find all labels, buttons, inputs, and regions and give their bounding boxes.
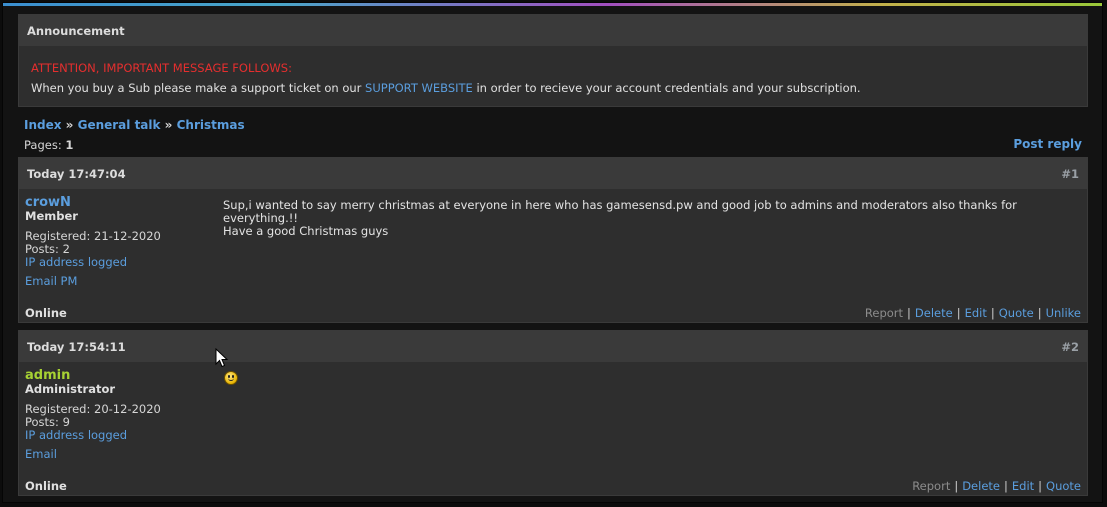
post-actions: Report | Delete | Edit | Quote [912,479,1081,493]
pagination: Pages: 1 [24,138,73,152]
edit-link[interactable]: Edit [1012,479,1034,493]
pages-label: Pages: [24,138,66,152]
post-author: admin Administrator Registered: 20-12-20… [25,369,215,461]
online-status: Online [25,479,67,493]
action-separator: | [907,306,911,320]
post: Today 17:47:04 #1 crowN Member Registere… [18,157,1088,323]
email-pm-links[interactable]: Email PM [25,274,77,288]
post-header: Today 17:54:11 #2 [19,331,1087,362]
username-link[interactable]: crowN [25,195,71,210]
action-separator: | [1004,479,1008,493]
announcement-text: When you buy a Sub please make a support… [31,81,1075,95]
announcement-text-after: in order to recieve your account credent… [472,81,861,95]
online-status: Online [25,306,67,320]
message-line: Have a good Christmas guys [223,224,389,238]
post-message [224,371,1084,388]
top-accent-bar [3,3,1102,6]
post-time: Today 17:47:04 [27,166,126,181]
ip-address-link[interactable]: IP address logged [25,428,127,442]
post-time: Today 17:54:11 [27,339,126,354]
email-link[interactable]: Email [25,447,57,461]
report-link[interactable]: Report [865,306,903,320]
breadcrumb-index[interactable]: Index [24,118,61,132]
breadcrumb-sep: » [61,118,78,132]
breadcrumb-general-talk[interactable]: General talk [78,118,161,132]
action-separator: | [990,306,995,320]
message-line: Sup,i wanted to say merry christmas at e… [223,198,1017,225]
ip-address-link[interactable]: IP address logged [25,255,127,269]
action-separator: | [1037,306,1042,320]
announcement-header: Announcement [19,15,1087,46]
user-role: Administrator [25,382,116,396]
forum-window: Announcement ATTENTION, IMPORTANT MESSAG… [2,2,1103,503]
report-link[interactable]: Report [912,479,950,493]
post-header: Today 17:47:04 #1 [19,158,1087,189]
quote-link[interactable]: Quote [1046,479,1081,493]
action-separator: | [956,306,961,320]
post-number-link[interactable]: #1 [1061,167,1079,181]
quote-link[interactable]: Quote [999,306,1034,320]
user-role: Member [25,209,78,223]
post-number-link[interactable]: #2 [1061,340,1079,354]
mouse-cursor-icon [215,348,229,368]
username-link[interactable]: admin [25,368,70,383]
announcement-title: Announcement [27,23,125,38]
breadcrumb-christmas[interactable]: Christmas [177,118,245,132]
announcement-panel: Announcement ATTENTION, IMPORTANT MESSAG… [18,14,1088,107]
smiley-icon [224,371,238,385]
action-separator: | [1038,479,1043,493]
announcement-text-before: When you buy a Sub please make a support… [31,81,366,95]
delete-link[interactable]: Delete [915,306,953,320]
announcement-alert: ATTENTION, IMPORTANT MESSAGE FOLLOWS: [31,61,292,75]
post-message: Sup,i wanted to say merry christmas at e… [223,199,1083,238]
unlike-link[interactable]: Unlike [1046,306,1081,320]
support-website-link[interactable]: SUPPORT WEBSITE [365,81,473,95]
post-author: crowN Member Registered: 21-12-2020 Post… [25,196,215,288]
post: Today 17:54:11 #2 admin Administrator Re… [18,330,1088,496]
breadcrumb-sep: » [160,118,177,132]
edit-link[interactable]: Edit [965,306,987,320]
current-page[interactable]: 1 [65,138,73,152]
delete-link[interactable]: Delete [962,479,1000,493]
post-actions: Report | Delete | Edit | Quote | Unlike [865,306,1081,320]
action-separator: | [954,479,959,493]
post-reply-button[interactable]: Post reply [1013,137,1082,151]
breadcrumb: Index » General talk » Christmas [24,118,245,132]
